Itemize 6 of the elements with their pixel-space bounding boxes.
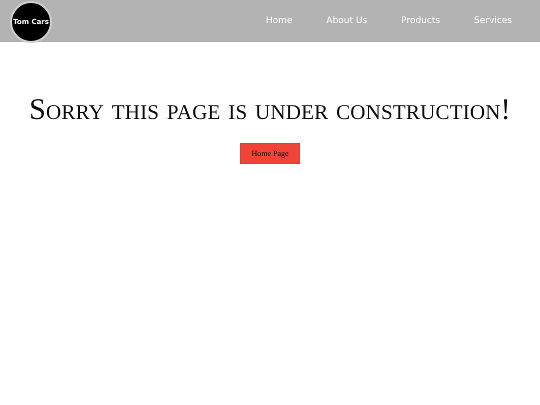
- nav-link[interactable]: About Us: [326, 16, 368, 26]
- home-page-button[interactable]: Home Page: [240, 143, 300, 164]
- page-heading: Sorry this page is under construction!: [28, 92, 512, 128]
- nav-link[interactable]: Home: [266, 16, 292, 26]
- nav-link[interactable]: Products: [401, 16, 440, 26]
- nav-link[interactable]: Services: [474, 16, 512, 26]
